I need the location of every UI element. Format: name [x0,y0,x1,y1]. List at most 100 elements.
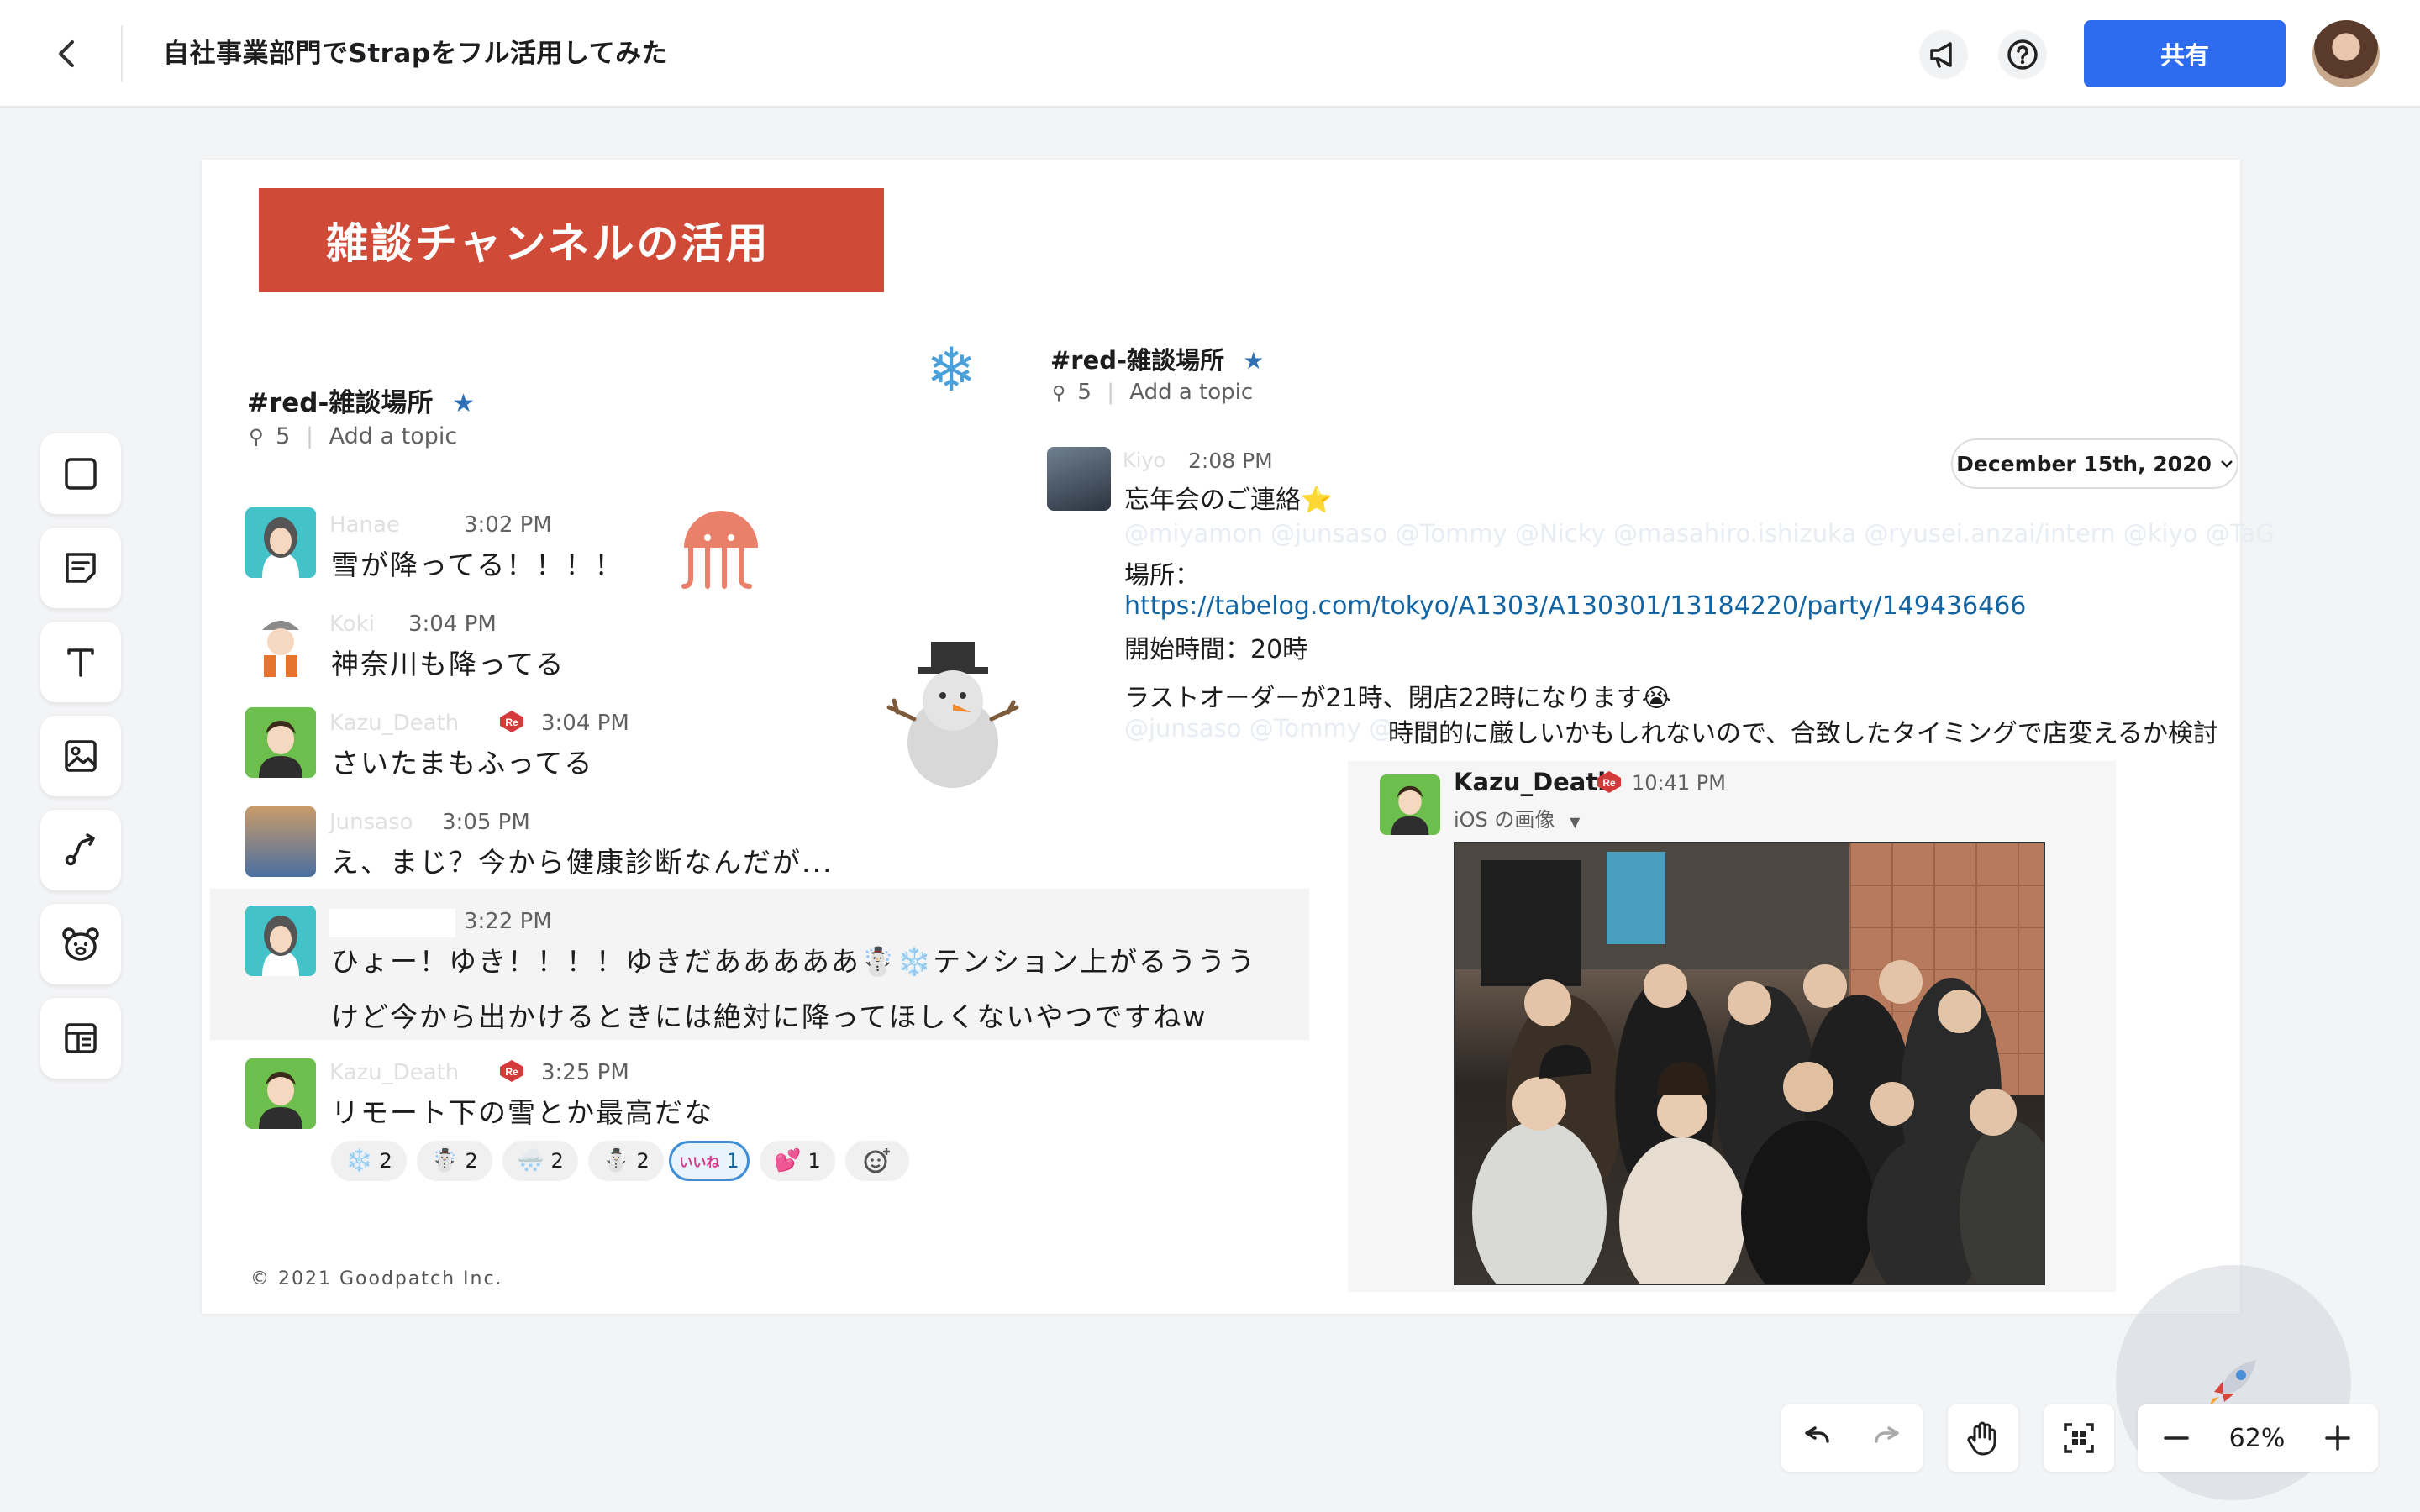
reaction-snow-cloud[interactable]: 🌨️ 2 [502,1141,578,1181]
bear-icon [62,927,99,961]
rocket-icon [2209,1360,2256,1407]
left-channel-title: #red-雑談場所 ★ [247,381,475,419]
message-time: 3:25 PM [541,1060,629,1085]
pin-icon: ⚲ [249,425,264,449]
undo-icon [1805,1426,1829,1443]
group-photo[interactable] [1454,842,2045,1285]
reaction-snowman[interactable]: ☃️ 2 [417,1141,492,1181]
share-button[interactable]: 共有 [2084,20,2286,87]
undo-button[interactable] [1781,1404,1852,1472]
hand-icon [1967,1421,1996,1456]
date-divider-button[interactable]: December 15th, 2020 [1951,438,2238,489]
message-tail-text: 時間的に厳しいかもしれないので、合致したタイミングで店変えるか検討 [1388,719,2218,748]
image-icon [65,740,97,772]
message-time: 3:05 PM [442,810,530,835]
announcement-button[interactable] [1919,30,1968,79]
avatar[interactable] [1380,774,1440,835]
sticky-note-icon [66,553,96,583]
avatar[interactable] [245,1058,316,1129]
avatar[interactable] [245,906,316,976]
redo-icon [1875,1426,1899,1443]
fit-screen-icon [2064,1423,2094,1453]
left-channel-meta: ⚲ 5 | Add a topic [249,423,458,449]
avatar[interactable] [1047,447,1111,511]
reaction-hearts[interactable]: 💕 1 [760,1141,835,1181]
megaphone-icon [1930,42,1952,68]
message-author[interactable]: Kazu_Death [329,1060,459,1085]
message-time: 3:04 PM [408,612,497,637]
back-button[interactable] [47,34,87,74]
slide-canvas[interactable]: 雑談チャンネルの活用 #red-雑談場所 ★ ⚲ 5 | Add a topic… [202,160,2275,1314]
avatar[interactable] [245,507,316,578]
connector-icon [65,833,95,866]
message-time: 3:02 PM [464,512,552,538]
reaction-snowman-2[interactable]: ⛄ 2 [588,1141,664,1181]
caret-down-icon: ▼ [1570,814,1581,830]
help-button[interactable] [1998,30,2047,79]
message-time: 2:08 PM [1188,449,1273,473]
pin-icon: ⚲ [1052,383,1066,404]
restaurant-link[interactable]: https://tabelog.com/tokyo/A1303/A130301/… [1124,591,2026,621]
mention-list-2[interactable]: @junsaso @Tommy @ [1124,714,1393,743]
user-avatar[interactable] [2312,20,2380,87]
square-icon [65,458,97,490]
svg-text:Re: Re [505,717,518,728]
zoom-out-button[interactable] [2138,1404,2215,1472]
add-reaction-button[interactable] [845,1141,909,1181]
message-time: 3:22 PM [464,909,552,934]
mention-list[interactable]: @miyamon @junsaso @Tommy @Nicky @masahir… [1124,519,2275,548]
connector-tool[interactable] [40,810,121,890]
avatar[interactable] [245,806,316,877]
sticker-tool[interactable] [40,904,121,984]
post-subtitle[interactable]: iOS の画像 ▼ [1454,803,1580,832]
message-author[interactable]: Kazu_Death [329,711,459,736]
sticky-note-tool[interactable] [40,528,121,608]
snowflake-icon: ❄ [926,334,977,405]
svg-text:Re: Re [1602,777,1616,789]
message-author[interactable]: Hanae [329,512,400,538]
jellyfish-icon [681,511,758,589]
message-author[interactable] [329,909,455,937]
chevron-left-icon [59,40,74,67]
reaction-iine[interactable]: いいね 1 [669,1141,750,1181]
message-text: さいたまもふってる [331,747,594,780]
avatar[interactable] [245,608,316,679]
text-icon [67,648,94,677]
image-tool[interactable] [40,716,121,796]
copyright-text: © 2021 Goodpatch Inc. [250,1268,503,1289]
redo-button[interactable] [1852,1404,1923,1472]
template-tool[interactable] [40,998,121,1079]
message-author[interactable]: Koki [329,612,375,637]
post-time: 10:41 PM [1632,771,1726,795]
message-time: 3:04 PM [541,711,629,736]
right-channel-meta: ⚲ 5 | Add a topic [1052,380,1254,405]
slide-banner: 雑談チャンネルの活用 [259,188,884,292]
post-author[interactable]: Kazu_Death [1454,768,1615,796]
reaction-snowflake[interactable]: ❄️ 2 [331,1141,407,1181]
shape-tool[interactable] [40,433,121,514]
avatar[interactable] [245,707,316,778]
svg-text:Re: Re [505,1066,518,1078]
zoom-in-button[interactable] [2299,1404,2376,1472]
plus-icon [2325,1425,2350,1451]
left-add-topic[interactable]: Add a topic [329,423,458,449]
text-tool[interactable] [40,622,121,702]
star-icon: ★ [1243,347,1265,375]
left-pin-count: 5 [276,423,291,449]
snowman-icon [886,642,1019,788]
re-badge-icon: Re [1597,771,1621,793]
right-channel-name: #red-雑談場所 [1050,346,1225,375]
fit-to-screen-button[interactable] [2044,1404,2114,1472]
right-pin-count: 5 [1077,380,1092,405]
zoom-level[interactable]: 62% [2215,1424,2299,1453]
message-text: 忘年会のご連絡⭐ [1124,486,1333,515]
message-author[interactable]: Kiyo [1123,449,1165,472]
date-label: December 15th, 2020 [1956,451,2212,476]
header-divider [121,25,123,82]
message-author[interactable]: Junsaso [329,810,413,835]
hand-tool-button[interactable] [1948,1404,2018,1472]
message-text: え、まじ？今から健康診断なんだが... [331,846,834,879]
right-add-topic[interactable]: Add a topic [1129,380,1253,405]
message-text: ひょー！ゆき！！！！ゆきだあああああ☃️❄️テンション上がるううう [331,945,1257,978]
layout-icon [65,1023,97,1053]
